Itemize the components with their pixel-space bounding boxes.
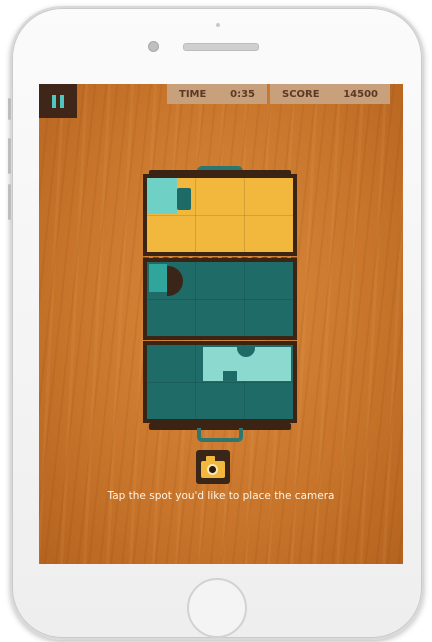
mute-switch	[8, 98, 11, 120]
packed-item-light-box	[203, 347, 291, 381]
instruction-text: Tap the spot you'd like to place the cam…	[107, 490, 335, 502]
time-display: TIME 0:35	[167, 84, 267, 104]
home-button[interactable]	[187, 578, 247, 638]
helmet-icon	[167, 266, 183, 296]
volume-down-button	[8, 184, 11, 220]
suitcase-grid-open[interactable]	[143, 174, 297, 256]
pause-button[interactable]	[39, 84, 77, 118]
suitcase	[143, 158, 297, 442]
suitcase-bottom-handle	[197, 428, 243, 442]
suitcase-grid-bottom[interactable]	[143, 341, 297, 423]
score-display: SCORE 14500	[270, 84, 390, 104]
pause-icon	[52, 94, 56, 108]
camera-icon	[201, 455, 225, 478]
front-camera	[148, 41, 159, 52]
suitcase-grid-middle[interactable]	[143, 258, 297, 340]
bag-icon	[177, 188, 191, 210]
time-label: TIME	[179, 88, 207, 100]
earpiece-speaker	[183, 43, 259, 51]
time-value: 0:35	[230, 88, 255, 100]
volume-up-button	[8, 138, 11, 174]
score-value: 14500	[343, 88, 378, 100]
game-screen[interactable]: TIME 0:35 SCORE 14500 Tap the spot you'd…	[39, 84, 403, 564]
packed-item-teal-panel	[147, 178, 177, 214]
score-label: SCORE	[282, 88, 320, 100]
camera-piece-button[interactable]	[196, 450, 230, 484]
packed-item-teal-block	[149, 264, 167, 292]
proximity-sensor	[216, 23, 220, 27]
pause-icon-bar	[60, 94, 64, 108]
